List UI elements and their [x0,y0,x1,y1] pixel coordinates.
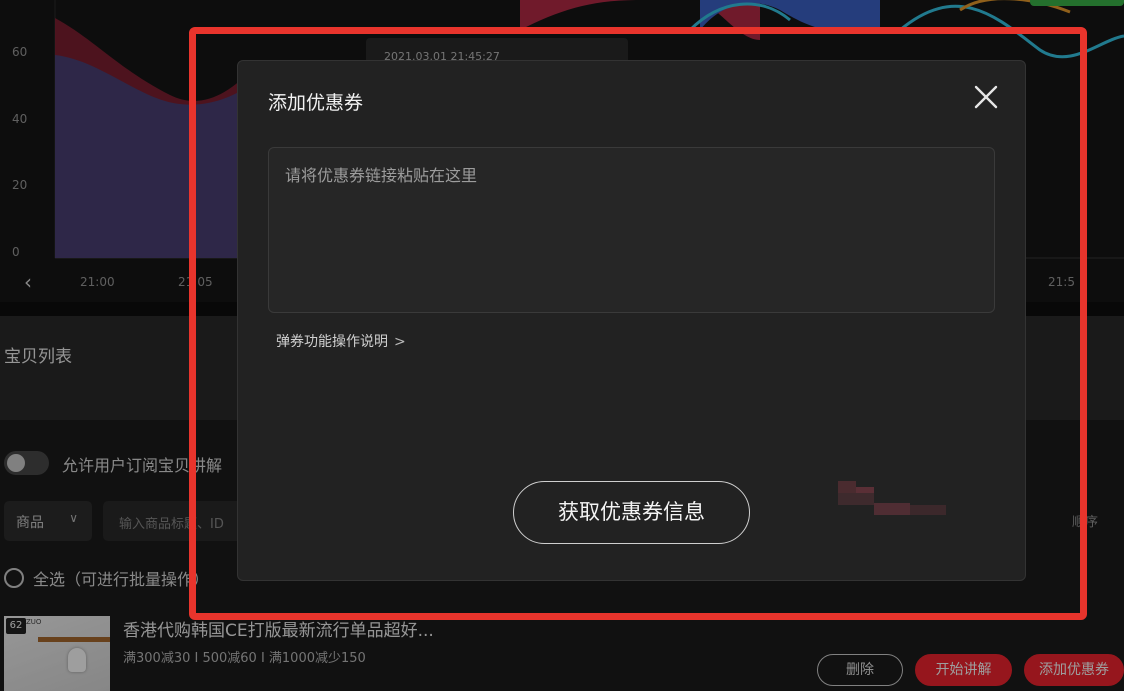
pixelated-blur [838,481,946,515]
close-icon[interactable] [970,81,1002,113]
close-icon-graphic [974,85,998,109]
fetch-coupon-button[interactable]: 获取优惠券信息 [513,481,750,544]
help-link-label: 弹券功能操作说明 [276,334,388,350]
add-coupon-dialog: 添加优惠券 弹券功能操作说明 > 获取优惠券信息 [237,60,1026,581]
dialog-title: 添加优惠券 [268,92,364,114]
coupon-link-input[interactable] [268,147,995,313]
chevron-right-icon: > [394,334,406,350]
coupon-help-link[interactable]: 弹券功能操作说明 > [276,331,406,351]
